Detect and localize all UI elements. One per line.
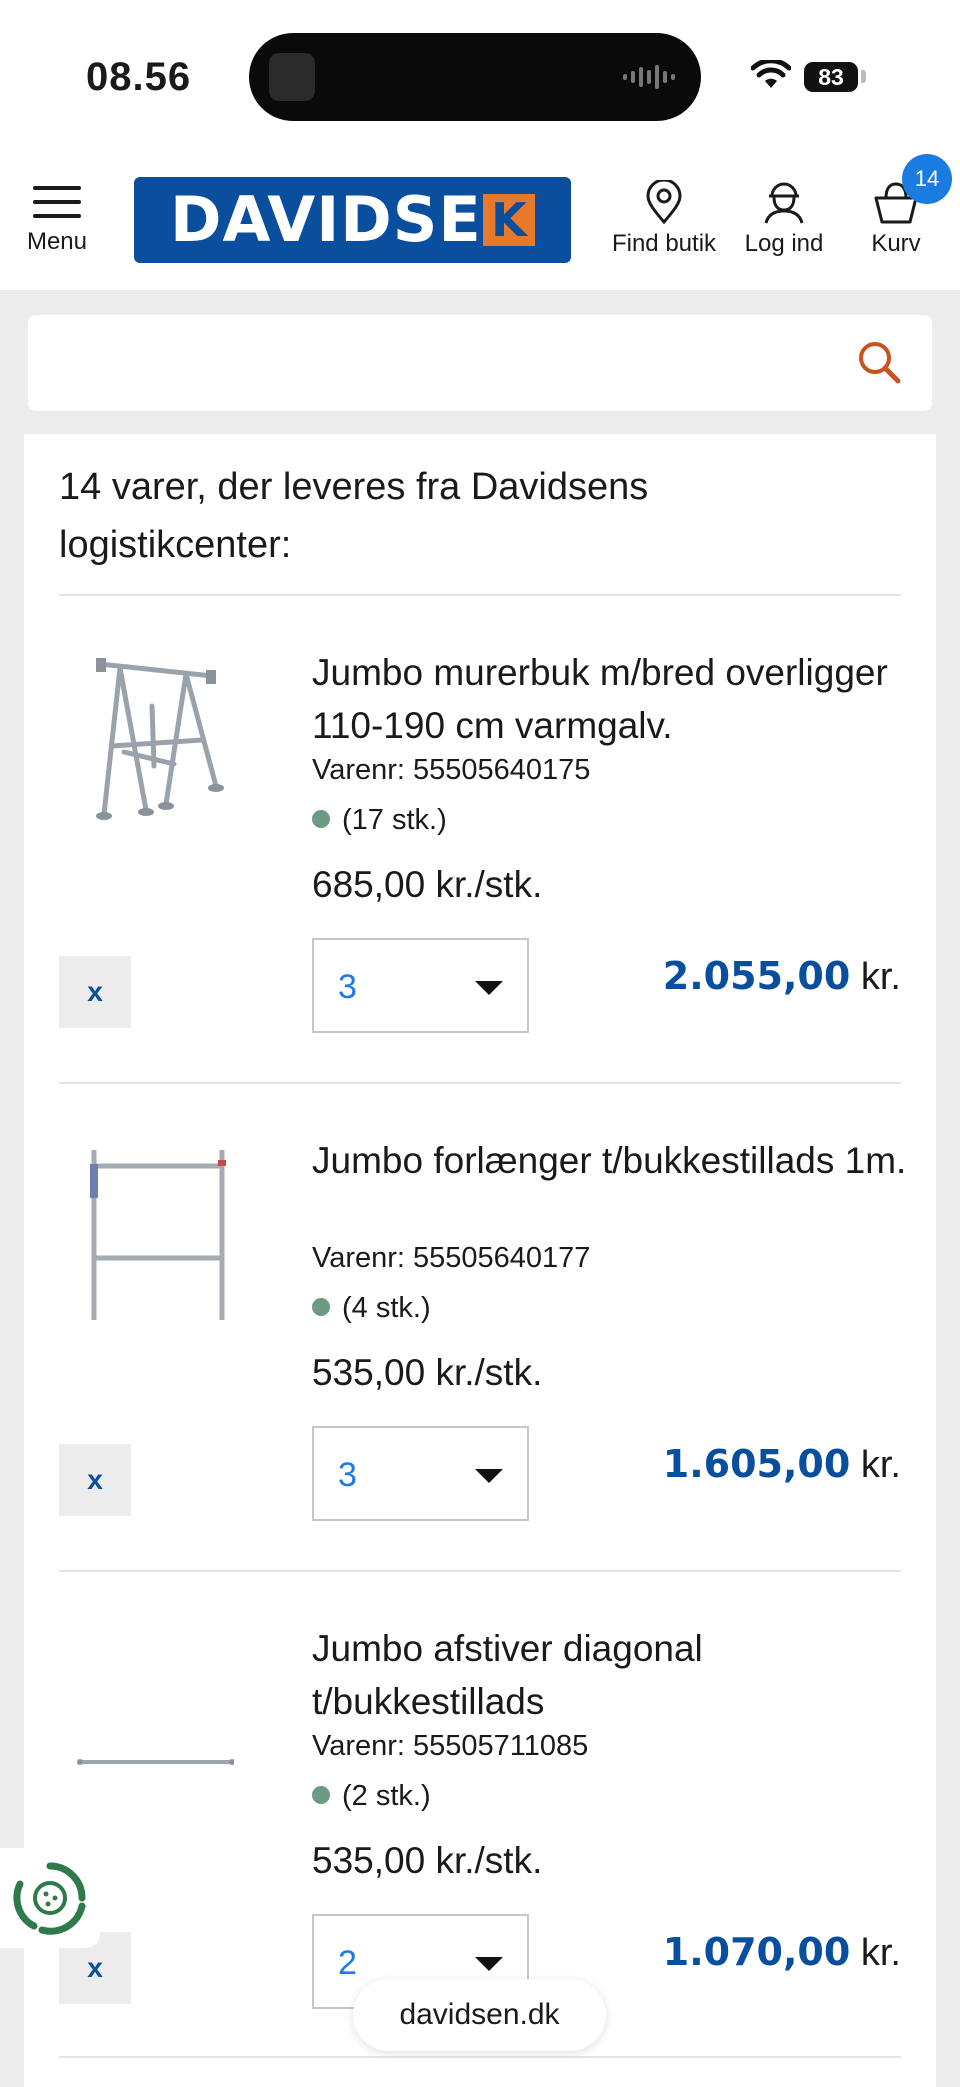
battery-indicator: 83 [804,62,858,92]
find-store-button[interactable]: Find butik [606,180,722,258]
dynamic-island [249,33,701,121]
battery-tip [861,70,866,83]
product-number: Varenr: 55505640177 [312,1242,591,1274]
line-total-amount: 1.605,00 [662,1442,851,1486]
line-total: 1.605,00 kr. [663,1442,901,1487]
product-image-diagonal-brace[interactable] [74,1612,234,1812]
login-label: Log ind [744,230,824,257]
logo-k-mark: K [483,194,535,246]
remove-item-button[interactable]: x [59,956,131,1028]
product-image-sawhorse[interactable] [74,636,234,836]
stock-status: (4 stk.) [312,1292,431,1325]
chevron-down-icon [475,1469,503,1483]
davidsen-logo[interactable]: DAVIDSEN K [134,177,571,263]
stock-count: (17 stk.) [342,804,447,836]
product-title[interactable]: Jumbo murerbuk m/bred overligger 110-190… [312,646,912,752]
audio-wave-icon [623,65,675,89]
browser-address-pill[interactable]: davidsen.dk [353,1979,606,2051]
user-helmet-icon [764,182,804,224]
divider [59,2056,901,2058]
cart-heading: 14 varer, der leveres fra Davidsens logi… [59,466,649,566]
cookie-icon [13,1862,86,1935]
search-input[interactable] [52,333,832,393]
cookie-consent-widget[interactable] [0,1848,100,1948]
stock-status: (17 stk.) [312,804,447,837]
line-total-currency: kr. [860,956,901,998]
chevron-down-icon [475,1957,503,1971]
line-total-amount: 1.070,00 [662,1930,851,1974]
quantity-value: 2 [338,1944,357,1982]
clock: 08.56 [86,55,192,99]
line-total: 2.055,00 kr. [663,954,901,999]
line-total-currency: kr. [860,1444,901,1486]
quantity-select[interactable]: 3 [312,938,529,1033]
cart-item: Jumbo forlænger t/bukkestillads 1m. Vare… [24,1084,936,1571]
line-total-currency: kr. [860,1932,901,1974]
stock-dot-icon [312,810,330,829]
unit-price: 685,00 kr./stk. [312,864,543,905]
cart-panel: 14 varer, der leveres fra Davidsens logi… [24,434,936,2087]
stock-count: (4 stk.) [342,1292,431,1324]
quantity-select[interactable]: 3 [312,1426,529,1521]
menu-button[interactable]: Menu [24,184,90,256]
quantity-value: 3 [338,1456,357,1494]
line-total-amount: 2.055,00 [662,954,851,998]
product-number: Varenr: 55505640175 [312,754,591,786]
remove-item-button[interactable]: x [59,1444,131,1516]
search-bar [28,315,932,411]
product-title[interactable]: Jumbo forlænger t/bukkestillads 1m. [312,1134,912,1187]
stock-status: (2 stk.) [312,1780,431,1813]
status-bar: 08.56 83 [0,0,960,150]
login-button[interactable]: Log ind [738,180,830,258]
product-title[interactable]: Jumbo afstiver diagonal t/bukkestillads [312,1622,912,1728]
wifi-icon [751,60,791,88]
product-image-extension-frame[interactable] [74,1124,234,1324]
unit-price: 535,00 kr./stk. [312,1840,543,1881]
search-icon[interactable] [856,339,902,385]
product-number: Varenr: 55505711085 [312,1730,589,1762]
hamburger-icon [33,184,81,220]
quantity-value: 3 [338,968,357,1006]
cart-label: Kurv [871,230,921,257]
unit-price: 535,00 kr./stk. [312,1352,543,1393]
location-pin-icon [646,180,682,224]
menu-label: Menu [26,228,88,255]
cart-count-badge: 14 [902,154,952,204]
find-store-label: Find butik [611,230,717,257]
stock-count: (2 stk.) [342,1780,431,1812]
logo-wordmark: DAVIDSEN [170,183,535,256]
cart-item: Jumbo murerbuk m/bred overligger 110-190… [24,596,936,1083]
line-total: 1.070,00 kr. [663,1930,901,1975]
chevron-down-icon [475,981,503,995]
stock-dot-icon [312,1786,330,1805]
now-playing-thumbnail [269,53,315,101]
stock-dot-icon [312,1298,330,1317]
site-header: Menu DAVIDSEN K Find butik Log ind Kurv [0,150,960,290]
